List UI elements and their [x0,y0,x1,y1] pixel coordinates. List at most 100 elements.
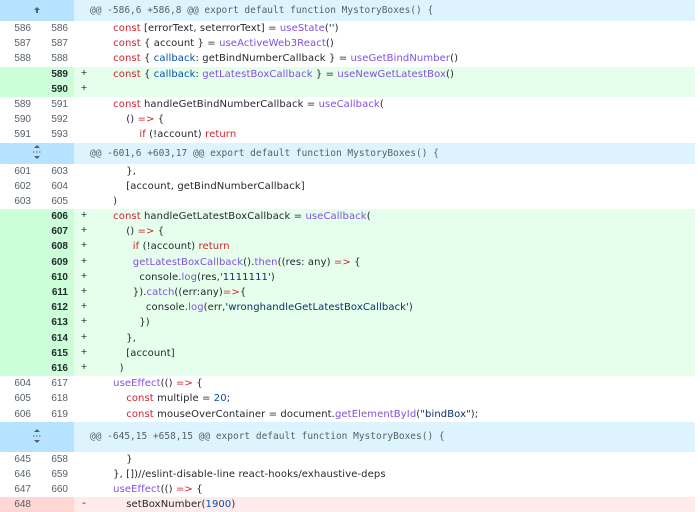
old-line-number[interactable]: 587 [0,36,37,51]
old-line-number[interactable] [0,81,37,97]
expand-button[interactable] [0,0,74,21]
expand-both-icon [32,145,42,161]
new-line-number[interactable]: 660 [37,482,74,497]
added-line: 613 + }) [0,315,695,331]
old-line-number[interactable] [0,330,37,346]
code-line: console.log(res,'1111111') [94,269,695,285]
old-line-number[interactable]: 648 [0,497,37,512]
code-line: [account] [94,345,695,361]
hunk-header-text: @@ -601,6 +603,17 @@ export default func… [90,147,439,159]
diff-marker [74,164,94,179]
new-line-number[interactable] [37,497,74,512]
added-line: 611 + }).catch((err:any)=>{ [0,285,695,301]
new-line-number[interactable]: 611 [37,285,74,301]
hunk-header: @@ -586,6 +586,8 @@ export default funct… [0,0,695,21]
new-line-number[interactable]: 603 [37,164,74,179]
new-line-number[interactable]: 588 [37,51,74,66]
added-line: 606 + const handleGetLatestBoxCallback = … [0,209,695,225]
diff-marker: - [80,498,88,511]
new-line-number[interactable]: 605 [37,194,74,209]
old-line-number[interactable] [0,239,37,255]
old-line-number[interactable]: 589 [0,97,37,112]
diff-marker: + [74,209,94,225]
new-line-number[interactable]: 591 [37,97,74,112]
added-line: 610 + console.log(res,'1111111') [0,269,695,285]
diff-marker [74,391,94,406]
old-line-number[interactable]: 588 [0,51,37,66]
new-line-number[interactable]: 587 [37,36,74,51]
expand-button[interactable] [0,421,74,452]
old-line-number[interactable] [0,315,37,331]
diff-marker: + [74,269,94,285]
new-line-number[interactable]: 659 [37,467,74,482]
code-line: }, [])//eslint-disable-line react-hooks/… [100,468,386,480]
diff-marker: + [74,360,94,377]
old-line-number[interactable] [0,209,37,225]
old-line-number[interactable]: 604 [0,376,37,391]
new-line-number[interactable]: 586 [37,21,74,36]
old-line-number[interactable] [0,66,37,82]
diff-marker [74,179,94,194]
new-line-number[interactable]: 593 [37,127,74,142]
new-line-number[interactable]: 614 [37,330,74,346]
new-line-number[interactable]: 619 [37,407,74,422]
old-line-number[interactable]: 606 [0,407,37,422]
code-line: const [errorText, seterrorText] = useSta… [113,23,339,34]
new-line-number[interactable]: 617 [37,376,74,391]
old-line-number[interactable]: 647 [0,482,37,497]
context-line: 589 591 const handleGetBindNumberCallback… [0,96,695,113]
new-line-number[interactable]: 618 [37,391,74,406]
old-line-number[interactable]: 646 [0,467,37,482]
old-line-number[interactable] [0,254,37,270]
old-line-number[interactable] [0,224,37,240]
old-line-number[interactable]: 602 [0,179,37,194]
old-line-number[interactable] [0,269,37,285]
code-line: }, [94,330,695,346]
new-line-number[interactable]: 607 [37,224,74,240]
new-line-number[interactable]: 608 [37,239,74,255]
old-line-number[interactable]: 645 [0,452,37,467]
diff-view: @@ -586,6 +586,8 @@ export default funct… [0,0,695,512]
new-line-number[interactable]: 606 [37,209,74,225]
new-line-number[interactable]: 609 [37,254,74,270]
added-line: 607 + () => { [0,224,695,240]
old-line-number[interactable]: 603 [0,194,37,209]
diff-marker: + [74,254,94,270]
old-line-number[interactable]: 605 [0,391,37,406]
code-line: ) [94,360,695,377]
context-line: 603 605 ) [0,193,695,210]
diff-marker: + [74,345,94,361]
new-line-number[interactable]: 612 [37,300,74,316]
old-line-number[interactable] [0,285,37,301]
added-line: 608 + if (!account) return [0,239,695,255]
new-line-number[interactable]: 616 [37,360,74,377]
old-line-number[interactable]: 591 [0,127,37,142]
context-line: 591 593 if (!account) return [0,127,695,143]
new-line-number[interactable]: 589 [37,66,74,82]
code-line: ) [100,195,118,207]
new-line-number[interactable]: 592 [37,112,74,127]
diff-marker: + [74,81,94,97]
new-line-number[interactable]: 613 [37,315,74,331]
code-line: [account, getBindNumberCallback] [100,180,305,192]
old-line-number[interactable]: 601 [0,164,37,179]
expand-up-icon [32,5,42,17]
context-line: 602 604 [account, getBindNumberCallback] [0,178,695,194]
old-line-number[interactable] [0,300,37,316]
new-line-number[interactable]: 615 [37,345,74,361]
deleted-line: 648 - setBoxNumber(1900) [0,497,695,512]
new-line-number[interactable]: 658 [37,452,74,467]
old-line-number[interactable] [0,345,37,361]
new-line-number[interactable]: 590 [37,81,74,97]
diff-marker: + [74,315,94,331]
new-line-number[interactable]: 604 [37,179,74,194]
old-line-number[interactable]: 590 [0,112,37,127]
context-line: 606 619 const mouseOverContainer = docume… [0,406,695,422]
new-line-number[interactable]: 610 [37,269,74,285]
expand-button[interactable] [0,142,74,164]
hunk-header-text: @@ -586,6 +586,8 @@ export default funct… [90,5,434,16]
old-line-number[interactable] [0,360,37,377]
old-line-number[interactable]: 586 [0,21,37,36]
code-line: const { account } = useActiveWeb3React() [113,38,334,50]
context-line: 587 587 const { account } = useActiveWeb3… [0,36,695,52]
